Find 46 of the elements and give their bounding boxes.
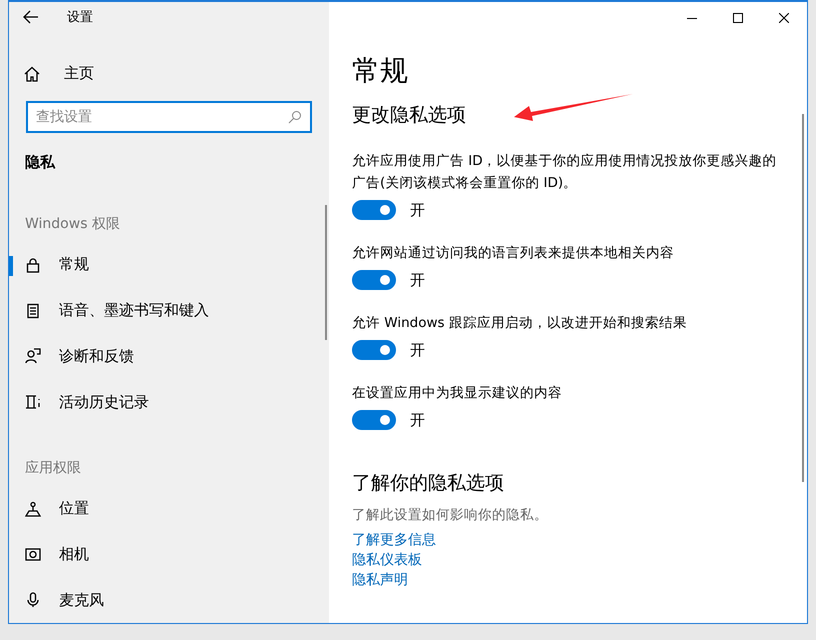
- scrollbar[interactable]: [802, 114, 804, 482]
- sidebar-item[interactable]: 位置: [9, 486, 329, 532]
- sidebar-item[interactable]: 麦克风: [9, 577, 329, 623]
- window-title: 设置: [67, 9, 93, 26]
- toggle-label: 开: [410, 200, 425, 220]
- toggle-switch[interactable]: [352, 410, 396, 430]
- location-icon: [25, 500, 41, 517]
- sidebar-item[interactable]: 活动历史记录: [9, 379, 329, 426]
- toggle-label: 开: [410, 410, 425, 430]
- page-title: 常规: [352, 53, 409, 89]
- setting-description: 允许网站通过访问我的语言列表来提供本地相关内容: [352, 244, 675, 263]
- setting-description: 允许应用使用广告 ID，以便基于你的应用使用情况投放你更感兴趣的广告(关闭该模式将会重置你的 ID)。: [352, 152, 778, 193]
- link[interactable]: 了解更多信息: [352, 530, 807, 550]
- link[interactable]: 隐私声明: [352, 570, 807, 590]
- scrollbar[interactable]: [325, 205, 327, 340]
- setting-description: 在设置应用中为我显示建议的内容: [352, 384, 563, 403]
- group-title: 应用权限: [24, 459, 82, 478]
- timeline-icon: [25, 394, 41, 410]
- toggle-switch[interactable]: [352, 340, 396, 360]
- home-icon: [24, 66, 40, 82]
- sidebar-item[interactable]: 常规: [9, 242, 329, 288]
- sidebar-item[interactable]: 诊断和反馈: [9, 334, 329, 380]
- sidebar-item[interactable]: 语音、墨迹书写和键入: [9, 288, 329, 334]
- notepad-icon: [25, 302, 41, 319]
- search-field[interactable]: 查找设置: [26, 100, 312, 133]
- setting-description: 允许 Windows 跟踪应用启动，以改进开始和搜索结果: [352, 314, 688, 333]
- microphone-icon: [25, 592, 41, 608]
- camera-icon: [25, 546, 41, 562]
- lock-icon: [25, 256, 41, 273]
- group-title: Windows 权限: [24, 215, 121, 234]
- section-heading: 更改隐私选项: [352, 103, 466, 128]
- section-heading: 了解你的隐私选项: [352, 471, 504, 496]
- link[interactable]: 隐私仪表板: [352, 550, 807, 570]
- person-feedback-icon: [25, 348, 41, 364]
- toggle-switch[interactable]: [352, 200, 396, 220]
- close-icon: [779, 13, 789, 23]
- info-text: 了解此设置如何影响你的隐私。: [352, 506, 549, 524]
- toggle-label: 开: [410, 340, 425, 360]
- home-link[interactable]: 主页: [9, 54, 329, 93]
- toggle-label: 开: [410, 270, 425, 290]
- section-title: 隐私: [24, 152, 56, 173]
- toggle-switch[interactable]: [352, 270, 396, 290]
- maximize-icon: [733, 13, 743, 23]
- search-icon: [288, 110, 302, 124]
- sidebar-item[interactable]: 相机: [9, 532, 329, 578]
- back-arrow-icon[interactable]: [23, 10, 39, 24]
